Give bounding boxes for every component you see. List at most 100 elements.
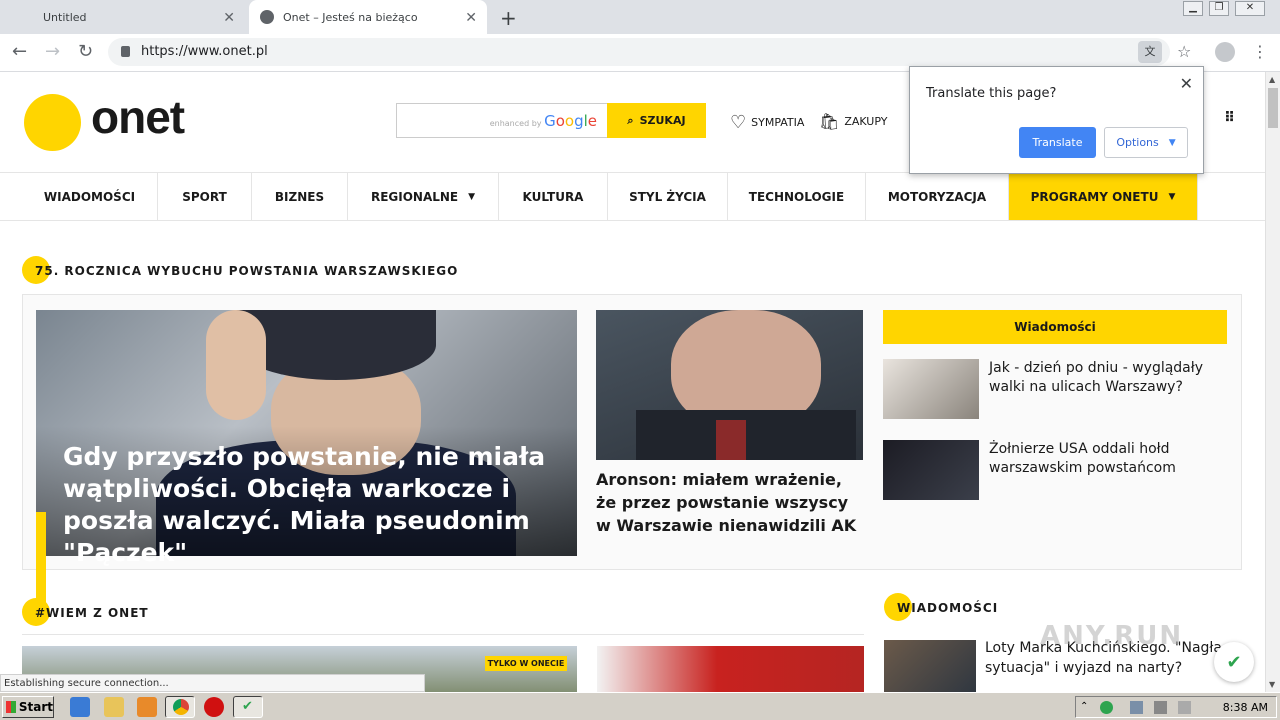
restore-button[interactable]: ❐ <box>1209 1 1229 16</box>
shield-check-icon[interactable]: ✔ <box>1214 642 1254 682</box>
google-logo: Google <box>544 112 597 130</box>
shield-taskbar-button[interactable]: ✔ <box>233 696 263 718</box>
status-bar: Establishing secure connection... <box>0 674 425 692</box>
tab-label: Untitled <box>43 10 87 24</box>
side-headline[interactable]: Żołnierze USA oddali hołd warszawskim po… <box>989 440 1219 478</box>
zakupy-link[interactable]: 🛍 ZAKUPY <box>819 112 887 131</box>
media-player-icon[interactable] <box>137 697 157 717</box>
reload-icon[interactable]: ↻ <box>78 41 93 62</box>
start-label: Start <box>18 700 53 714</box>
folder-icon[interactable] <box>104 697 124 717</box>
onet-logo-text[interactable]: onet <box>91 90 185 144</box>
nav-motoryzacja[interactable]: MOTORYZACJA <box>866 173 1009 220</box>
opera-icon[interactable] <box>204 697 224 717</box>
translate-title: Translate this page? <box>926 86 1057 101</box>
section-title[interactable]: 75. ROCZNICA WYBUCHU POWSTANIA WARSZAWSK… <box>35 264 458 278</box>
tray-shield-icon[interactable] <box>1100 701 1113 714</box>
side-thumbnail[interactable] <box>883 440 979 500</box>
flag-icon[interactable] <box>1178 701 1191 714</box>
heart-icon: ♡ <box>730 112 747 133</box>
forward-icon[interactable]: → <box>45 41 60 62</box>
close-icon[interactable]: ✕ <box>1180 74 1193 93</box>
anyrun-watermark: ANY.RUN <box>1040 621 1184 651</box>
new-tab-button[interactable]: + <box>500 6 517 30</box>
nav-styl-zycia[interactable]: STYL ŻYCIA <box>608 173 728 220</box>
caret-down-icon: ▼ <box>468 191 476 202</box>
caret-down-icon: ▼ <box>1168 137 1176 148</box>
scroll-up-arrow-icon[interactable]: ▲ <box>1269 75 1275 84</box>
page-scrollbar[interactable]: ▲ ▼ <box>1265 72 1280 692</box>
url-text[interactable]: https://www.onet.pl <box>141 44 268 59</box>
tray-arrow-icon[interactable]: ⌃ <box>1080 701 1093 714</box>
nav-regionalne[interactable]: REGIONALNE ▼ <box>348 173 499 220</box>
main-headline[interactable]: Gdy przyszło powstanie, nie miała wątpli… <box>63 441 563 569</box>
side-section-header[interactable]: Wiadomości <box>883 310 1227 344</box>
headline-accent-bar <box>36 512 46 608</box>
chrome-taskbar-button[interactable] <box>165 696 195 718</box>
translate-button[interactable]: Translate <box>1019 127 1096 158</box>
start-button[interactable]: Start <box>2 696 54 718</box>
options-button[interactable]: Options ▼ <box>1104 127 1188 158</box>
google-enhanced-label: enhanced by Google <box>489 112 597 130</box>
ie-icon[interactable] <box>70 697 90 717</box>
tab-untitled[interactable]: Untitled ✕ <box>0 0 245 34</box>
close-icon[interactable]: ✕ <box>223 10 235 26</box>
sympatia-link[interactable]: ♡ SYMPATIA <box>730 112 804 133</box>
close-icon[interactable]: ✕ <box>465 10 477 26</box>
section-title[interactable]: #WIEM Z ONET <box>35 606 149 620</box>
scroll-down-arrow-icon[interactable]: ▼ <box>1269 680 1275 689</box>
profile-avatar[interactable] <box>1215 42 1235 62</box>
section-title[interactable]: WIADOMOŚCI <box>897 601 998 615</box>
image-hand <box>206 310 266 420</box>
bookmark-star-icon[interactable]: ☆ <box>1177 42 1191 61</box>
image-tie <box>716 420 746 460</box>
story-thumbnail[interactable] <box>884 640 976 692</box>
second-story-image[interactable] <box>596 310 863 460</box>
nav-kultura[interactable]: KULTURA <box>499 173 608 220</box>
shopping-bag-icon: 🛍 <box>819 112 840 131</box>
address-bar[interactable]: https://www.onet.pl 文 <box>108 38 1170 66</box>
clock: 8:38 AM <box>1222 701 1268 714</box>
caret-down-icon: ▼ <box>1168 191 1176 202</box>
translate-popup: Translate this page? ✕ Translate Options… <box>909 66 1204 174</box>
back-icon[interactable]: ← <box>12 41 27 62</box>
system-tray: ⌃ 8:38 AM <box>1075 696 1277 718</box>
minimize-button[interactable]: ▁ <box>1183 1 1203 16</box>
main-nav: WIADOMOŚCI SPORT BIZNES REGIONALNE ▼ KULT… <box>0 172 1265 221</box>
taskbar: Start ✔ ⌃ 8:38 AM <box>0 692 1280 720</box>
nav-biznes[interactable]: BIZNES <box>252 173 348 220</box>
story-thumbnail[interactable] <box>597 646 864 692</box>
globe-icon <box>260 10 274 24</box>
network-icon[interactable] <box>1130 701 1143 714</box>
exclusive-badge: TYLKO W ONECIE <box>485 656 567 671</box>
image-suit <box>636 410 856 460</box>
apps-grid-icon[interactable]: ⠿ <box>1224 110 1235 126</box>
search-input[interactable]: enhanced by Google <box>396 103 608 138</box>
volume-icon[interactable] <box>1154 701 1167 714</box>
window-close-button[interactable]: ✕ <box>1235 1 1265 16</box>
lock-icon <box>121 46 130 57</box>
options-label: Options <box>1116 136 1159 149</box>
search-button-label: SZUKAJ <box>639 114 686 127</box>
nav-sport[interactable]: SPORT <box>158 173 252 220</box>
side-thumbnail[interactable] <box>883 359 979 419</box>
windows-logo-icon <box>6 701 16 713</box>
sympatia-label: SYMPATIA <box>751 116 805 129</box>
second-headline[interactable]: Aronson: miałem wrażenie, że przez powst… <box>596 468 861 537</box>
nav-wiadomosci[interactable]: WIADOMOŚCI <box>22 173 158 220</box>
scroll-thumb[interactable] <box>1268 88 1278 128</box>
search-icon: ⌕ <box>627 113 634 127</box>
nav-programy-onetu[interactable]: PROGRAMY ONETU ▼ <box>1009 173 1198 220</box>
side-headline[interactable]: Jak - dzień po dniu - wyglądały walki na… <box>989 359 1219 397</box>
browser-tab-strip: Untitled ✕ Onet – Jesteś na bieżąco ✕ + … <box>0 0 1280 34</box>
nav-technologie[interactable]: TECHNOLOGIE <box>728 173 866 220</box>
divider <box>22 634 864 635</box>
onet-logo-circle[interactable] <box>24 94 81 151</box>
search-button[interactable]: ⌕ SZUKAJ <box>607 103 706 138</box>
tab-label: Onet – Jesteś na bieżąco <box>283 10 418 24</box>
tab-onet[interactable]: Onet – Jesteś na bieżąco ✕ <box>249 0 487 34</box>
image-hat <box>236 310 436 380</box>
translate-icon[interactable]: 文 <box>1138 41 1162 63</box>
menu-kebab-icon[interactable]: ⋮ <box>1252 42 1268 61</box>
chrome-icon <box>173 699 189 715</box>
